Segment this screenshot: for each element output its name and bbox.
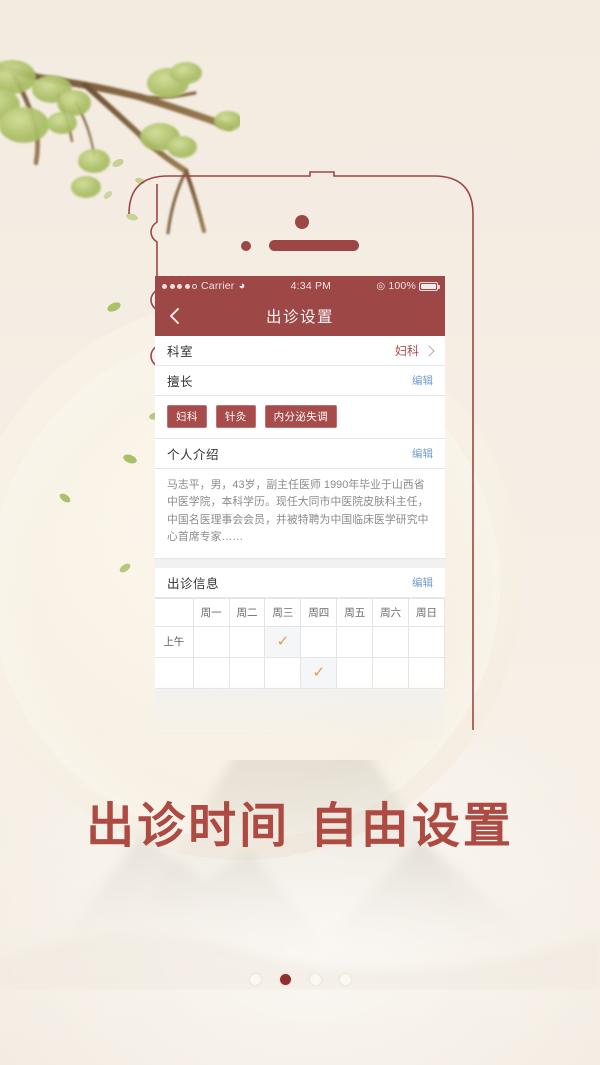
wifi-icon: ◕: [238, 279, 246, 292]
chevron-right-icon: [423, 344, 435, 357]
intro-edit-button[interactable]: 编辑: [412, 446, 433, 461]
page-dot-active[interactable]: [279, 974, 291, 985]
page-title: 出诊设置: [265, 309, 334, 326]
col-head-blank: [155, 597, 194, 627]
cell-fri-am[interactable]: [336, 625, 374, 658]
col-head-sun: 周日: [408, 597, 445, 627]
app-promo-screen: Carrier ◕ 4:34 PM ◎ 100% 出诊设置 科室 妇科 擅长 编…: [0, 0, 600, 1065]
cell-thu-pm[interactable]: ✓: [300, 656, 338, 689]
battery-full-icon: [419, 281, 440, 291]
specialty-label: 擅长: [167, 375, 194, 389]
row-head-afternoon: [155, 656, 194, 689]
section-divider: [155, 558, 445, 568]
cell-mon-am[interactable]: [192, 625, 230, 658]
col-head-tue: 周二: [228, 597, 266, 627]
nav-bar: 出诊设置: [155, 296, 445, 336]
cell-wed-pm[interactable]: [264, 656, 302, 689]
col-head-wed: 周三: [264, 597, 302, 627]
page-dot[interactable]: [309, 974, 321, 985]
schedule-row: 出诊信息 编辑: [155, 567, 445, 598]
cell-tue-pm[interactable]: [228, 656, 266, 689]
check-mark-icon: ✓: [312, 664, 326, 682]
page-indicator: [0, 974, 600, 985]
schedule-label: 出诊信息: [167, 576, 220, 591]
status-time: 4:34 PM: [290, 280, 332, 292]
signal-strength-icon: [162, 283, 197, 289]
specialty-tag-list: 妇科 针灸 内分泌失调: [155, 396, 445, 439]
table-row: 上午 ✓: [155, 625, 445, 658]
col-head-fri: 周五: [336, 597, 374, 627]
battery-percent: 100%: [388, 280, 416, 292]
department-value: 妇科: [394, 344, 419, 358]
cell-sat-pm[interactable]: [372, 656, 410, 689]
schedule-edit-button[interactable]: 编辑: [412, 575, 433, 590]
table-header-row: 周一 周二 周三 周四 周五 周六 周日: [155, 597, 445, 627]
specialty-tag[interactable]: 妇科: [167, 405, 207, 428]
row-head-morning: 上午: [155, 625, 194, 658]
intro-label: 个人介绍: [167, 448, 220, 462]
back-button[interactable]: [165, 306, 185, 326]
specialty-tag[interactable]: 针灸: [215, 405, 256, 428]
department-row[interactable]: 科室 妇科: [155, 336, 445, 366]
col-head-thu: 周四: [300, 597, 338, 627]
cell-sun-pm[interactable]: [408, 656, 445, 689]
phone-screen: Carrier ◕ 4:34 PM ◎ 100% 出诊设置 科室 妇科 擅长 编…: [155, 276, 445, 742]
floating-leaf-icon: [106, 300, 122, 318]
rotation-lock-icon: ◎: [376, 280, 386, 292]
col-head-sat: 周六: [372, 597, 410, 627]
cell-tue-am[interactable]: [228, 625, 266, 658]
table-row: ✓: [155, 656, 445, 689]
status-bar: Carrier ◕ 4:34 PM ◎ 100%: [155, 276, 445, 296]
specialty-row: 擅长 编辑: [155, 366, 445, 396]
check-mark-icon: ✓: [276, 633, 290, 651]
page-dot[interactable]: [339, 974, 351, 985]
intro-row: 个人介绍 编辑: [155, 439, 445, 469]
intro-text: 马志平，男，43岁，副主任医师 1990年毕业于山西省中医学院，本科学历。现任大…: [155, 469, 445, 559]
cell-mon-pm[interactable]: [192, 656, 230, 689]
settings-content: 科室 妇科 擅长 编辑 妇科 针灸 内分泌失调 个人介绍 编辑 马志平，男，43…: [155, 336, 445, 742]
specialty-edit-button[interactable]: 编辑: [412, 373, 433, 388]
floating-leaf-icon: [58, 490, 72, 508]
col-head-mon: 周一: [192, 597, 230, 627]
department-label: 科室: [167, 345, 194, 359]
cell-sat-am[interactable]: [372, 625, 410, 658]
cell-thu-am[interactable]: [300, 625, 338, 658]
cell-wed-am[interactable]: ✓: [264, 625, 302, 658]
cell-sun-am[interactable]: [408, 625, 445, 658]
schedule-table-wrap: 周一 周二 周三 周四 周五 周六 周日 上午 ✓ ✓: [155, 597, 445, 689]
page-dot[interactable]: [249, 974, 261, 985]
schedule-table: 周一 周二 周三 周四 周五 周六 周日 上午 ✓ ✓: [155, 597, 445, 689]
carrier-label: Carrier: [201, 280, 235, 292]
promo-tagline: 出诊时间 自由设置: [86, 798, 514, 854]
specialty-tag[interactable]: 内分泌失调: [264, 405, 338, 428]
cell-fri-pm[interactable]: [336, 656, 374, 689]
